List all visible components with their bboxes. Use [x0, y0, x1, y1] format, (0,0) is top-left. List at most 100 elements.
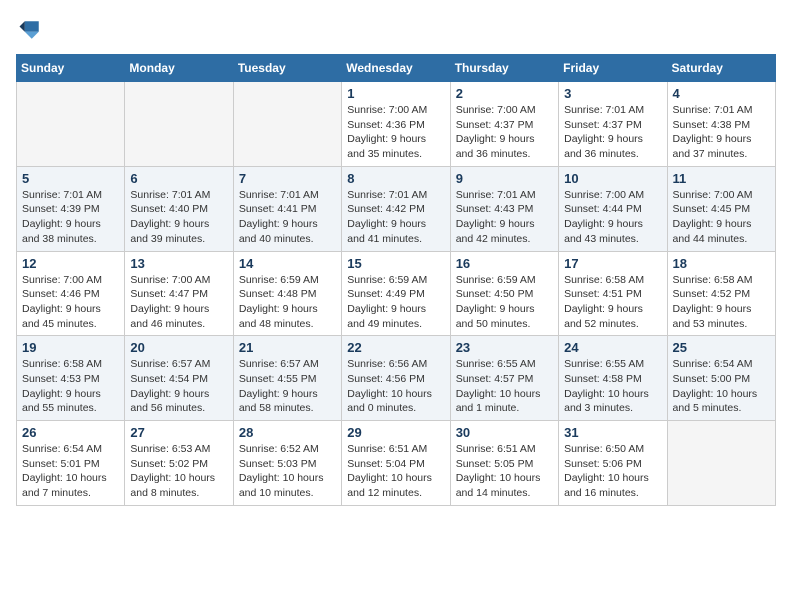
- calendar-cell: 13Sunrise: 7:00 AM Sunset: 4:47 PM Dayli…: [125, 251, 233, 336]
- calendar-cell: 1 Sunrise: 7:00 AM Sunset: 4:36 PM Daylig…: [342, 82, 450, 167]
- day-header-thursday: Thursday: [450, 55, 558, 82]
- calendar-cell: 15 Sunrise: 6:59 AM Sunset: 4:49 PM Dayli…: [342, 251, 450, 336]
- calendar-cell: 28 Sunrise: 6:52 AM Sunset: 5:03 PM Dayli…: [233, 421, 341, 506]
- calendar-cell: 29 Sunrise: 6:51 AM Sunset: 5:04 PM Dayli…: [342, 421, 450, 506]
- calendar-cell: [667, 421, 775, 506]
- day-info: Sunrise: 6:50 AM Sunset: 5:06 PM Dayligh…: [564, 442, 661, 501]
- calendar-cell: 20 Sunrise: 6:57 AM Sunset: 4:54 PM Dayli…: [125, 336, 233, 421]
- day-info: Sunrise: 7:00 AM Sunset: 4:36 PM Dayligh…: [347, 103, 444, 162]
- logo: [16, 16, 48, 44]
- day-number: 2: [456, 86, 553, 101]
- calendar-cell: 16 Sunrise: 6:59 AM Sunset: 4:50 PM Dayli…: [450, 251, 558, 336]
- day-info: Sunrise: 6:55 AM Sunset: 4:58 PM Dayligh…: [564, 357, 661, 416]
- day-info: Sunrise: 7:00 AM Sunset: 4:46 PM Dayligh…: [22, 273, 119, 332]
- day-header-friday: Friday: [559, 55, 667, 82]
- day-info: Sunrise: 7:01 AM Sunset: 4:41 PM Dayligh…: [239, 188, 336, 247]
- day-number: 10: [564, 171, 661, 186]
- day-info: Sunrise: 6:53 AM Sunset: 5:02 PM Dayligh…: [130, 442, 227, 501]
- day-number: 20: [130, 340, 227, 355]
- calendar-cell: 19 Sunrise: 6:58 AM Sunset: 4:53 PM Dayli…: [17, 336, 125, 421]
- day-info: Sunrise: 7:01 AM Sunset: 4:38 PM Dayligh…: [673, 103, 770, 162]
- day-number: 9: [456, 171, 553, 186]
- calendar-cell: 24 Sunrise: 6:55 AM Sunset: 4:58 PM Dayli…: [559, 336, 667, 421]
- day-info: Sunrise: 6:58 AM Sunset: 4:52 PM Dayligh…: [673, 273, 770, 332]
- calendar-week-row: 12 Sunrise: 7:00 AM Sunset: 4:46 PM Dayli…: [17, 251, 776, 336]
- day-number: 23: [456, 340, 553, 355]
- day-info: Sunrise: 6:57 AM Sunset: 4:55 PM Dayligh…: [239, 357, 336, 416]
- day-number: 29: [347, 425, 444, 440]
- day-number: 7: [239, 171, 336, 186]
- calendar-cell: 27 Sunrise: 6:53 AM Sunset: 5:02 PM Dayli…: [125, 421, 233, 506]
- day-header-wednesday: Wednesday: [342, 55, 450, 82]
- day-info: Sunrise: 6:56 AM Sunset: 4:56 PM Dayligh…: [347, 357, 444, 416]
- day-header-tuesday: Tuesday: [233, 55, 341, 82]
- day-info: Sunrise: 6:55 AM Sunset: 4:57 PM Dayligh…: [456, 357, 553, 416]
- calendar-cell: [125, 82, 233, 167]
- day-number: 17: [564, 256, 661, 271]
- day-info: Sunrise: 7:01 AM Sunset: 4:43 PM Dayligh…: [456, 188, 553, 247]
- day-info: Sunrise: 7:01 AM Sunset: 4:37 PM Dayligh…: [564, 103, 661, 162]
- calendar-cell: 5 Sunrise: 7:01 AM Sunset: 4:39 PM Daylig…: [17, 166, 125, 251]
- calendar-cell: 10 Sunrise: 7:00 AM Sunset: 4:44 PM Dayli…: [559, 166, 667, 251]
- calendar-cell: 2 Sunrise: 7:00 AM Sunset: 4:37 PM Daylig…: [450, 82, 558, 167]
- day-number: 4: [673, 86, 770, 101]
- day-info: Sunrise: 7:01 AM Sunset: 4:42 PM Dayligh…: [347, 188, 444, 247]
- day-info: Sunrise: 6:57 AM Sunset: 4:54 PM Dayligh…: [130, 357, 227, 416]
- calendar-cell: 18 Sunrise: 6:58 AM Sunset: 4:52 PM Dayli…: [667, 251, 775, 336]
- day-info: Sunrise: 7:00 AM Sunset: 4:44 PM Dayligh…: [564, 188, 661, 247]
- day-number: 30: [456, 425, 553, 440]
- day-number: 3: [564, 86, 661, 101]
- day-number: 8: [347, 171, 444, 186]
- day-number: 26: [22, 425, 119, 440]
- day-number: 16: [456, 256, 553, 271]
- calendar-cell: [233, 82, 341, 167]
- day-header-monday: Monday: [125, 55, 233, 82]
- day-number: 12: [22, 256, 119, 271]
- day-number: 21: [239, 340, 336, 355]
- calendar-cell: 17 Sunrise: 6:58 AM Sunset: 4:51 PM Dayli…: [559, 251, 667, 336]
- day-number: 19: [22, 340, 119, 355]
- day-info: Sunrise: 6:58 AM Sunset: 4:51 PM Dayligh…: [564, 273, 661, 332]
- day-info: Sunrise: 6:51 AM Sunset: 5:05 PM Dayligh…: [456, 442, 553, 501]
- day-number: 18: [673, 256, 770, 271]
- calendar-week-row: 1 Sunrise: 7:00 AM Sunset: 4:36 PM Daylig…: [17, 82, 776, 167]
- calendar-week-row: 26Sunrise: 6:54 AM Sunset: 5:01 PM Dayli…: [17, 421, 776, 506]
- day-info: Sunrise: 7:01 AM Sunset: 4:39 PM Dayligh…: [22, 188, 119, 247]
- calendar-cell: 31Sunrise: 6:50 AM Sunset: 5:06 PM Dayli…: [559, 421, 667, 506]
- day-number: 27: [130, 425, 227, 440]
- day-info: Sunrise: 7:00 AM Sunset: 4:37 PM Dayligh…: [456, 103, 553, 162]
- calendar-cell: 6 Sunrise: 7:01 AM Sunset: 4:40 PM Daylig…: [125, 166, 233, 251]
- day-info: Sunrise: 6:59 AM Sunset: 4:49 PM Dayligh…: [347, 273, 444, 332]
- day-info: Sunrise: 7:00 AM Sunset: 4:45 PM Dayligh…: [673, 188, 770, 247]
- calendar-cell: 23 Sunrise: 6:55 AM Sunset: 4:57 PM Dayli…: [450, 336, 558, 421]
- day-info: Sunrise: 6:58 AM Sunset: 4:53 PM Dayligh…: [22, 357, 119, 416]
- day-number: 24: [564, 340, 661, 355]
- calendar-week-row: 5 Sunrise: 7:01 AM Sunset: 4:39 PM Daylig…: [17, 166, 776, 251]
- day-info: Sunrise: 7:01 AM Sunset: 4:40 PM Dayligh…: [130, 188, 227, 247]
- day-info: Sunrise: 7:00 AM Sunset: 4:47 PM Dayligh…: [130, 273, 227, 332]
- day-number: 14: [239, 256, 336, 271]
- page-header: [16, 16, 776, 44]
- day-number: 22: [347, 340, 444, 355]
- day-info: Sunrise: 6:52 AM Sunset: 5:03 PM Dayligh…: [239, 442, 336, 501]
- calendar-cell: 11Sunrise: 7:00 AM Sunset: 4:45 PM Dayli…: [667, 166, 775, 251]
- calendar-cell: 21 Sunrise: 6:57 AM Sunset: 4:55 PM Dayli…: [233, 336, 341, 421]
- day-info: Sunrise: 6:59 AM Sunset: 4:48 PM Dayligh…: [239, 273, 336, 332]
- day-number: 5: [22, 171, 119, 186]
- logo-icon: [16, 16, 44, 44]
- calendar-cell: [17, 82, 125, 167]
- day-number: 1: [347, 86, 444, 101]
- day-number: 6: [130, 171, 227, 186]
- day-number: 15: [347, 256, 444, 271]
- calendar-cell: 22 Sunrise: 6:56 AM Sunset: 4:56 PM Dayli…: [342, 336, 450, 421]
- calendar-cell: 26Sunrise: 6:54 AM Sunset: 5:01 PM Dayli…: [17, 421, 125, 506]
- day-number: 28: [239, 425, 336, 440]
- calendar-header-row: SundayMondayTuesdayWednesdayThursdayFrid…: [17, 55, 776, 82]
- calendar-table: SundayMondayTuesdayWednesdayThursdayFrid…: [16, 54, 776, 506]
- day-number: 25: [673, 340, 770, 355]
- calendar-cell: 4 Sunrise: 7:01 AM Sunset: 4:38 PM Daylig…: [667, 82, 775, 167]
- day-info: Sunrise: 6:51 AM Sunset: 5:04 PM Dayligh…: [347, 442, 444, 501]
- day-info: Sunrise: 6:59 AM Sunset: 4:50 PM Dayligh…: [456, 273, 553, 332]
- day-header-saturday: Saturday: [667, 55, 775, 82]
- calendar-cell: 8 Sunrise: 7:01 AM Sunset: 4:42 PM Daylig…: [342, 166, 450, 251]
